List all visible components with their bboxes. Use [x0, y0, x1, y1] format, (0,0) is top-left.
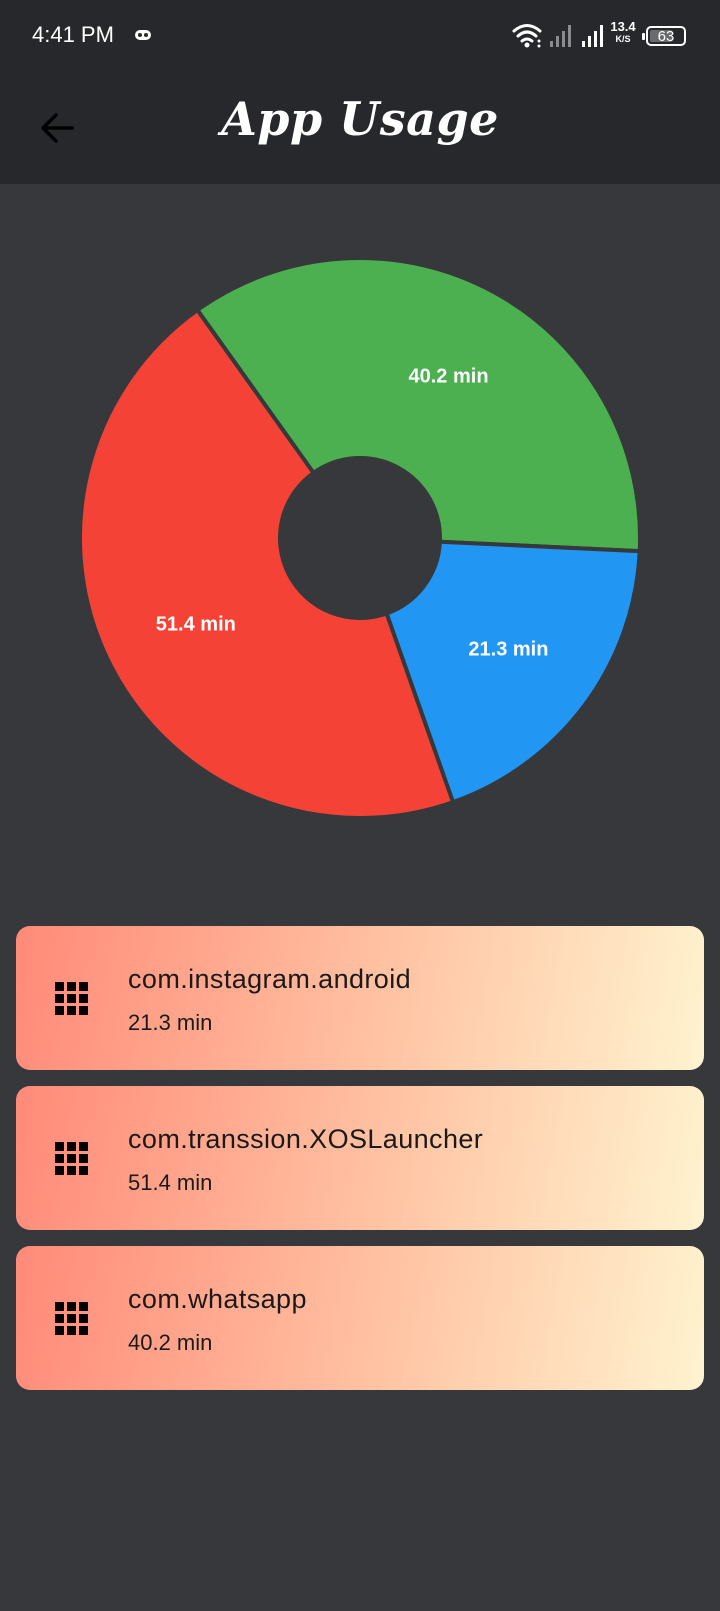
battery-level: 63	[657, 28, 675, 45]
app-bar: App Usage	[0, 72, 720, 184]
pie-chart-svg: 40.2 min 21.3 min 51.4 min	[78, 256, 642, 820]
network-speed-unit: K/S	[615, 34, 631, 44]
cell-signal-weak-icon	[550, 25, 571, 47]
app-usage-duration: 40.2 min	[128, 1330, 213, 1355]
pie-slice-label: 51.4 min	[156, 613, 236, 635]
app-package-name: com.whatsapp	[128, 1284, 307, 1314]
apps-grid-icon	[55, 1302, 88, 1335]
status-time: 4:41 PM	[32, 22, 114, 47]
cell-signal-full-icon	[582, 25, 603, 47]
network-speed-value: 13.4	[610, 19, 636, 34]
app-package-name: com.transsion.XOSLauncher	[128, 1124, 484, 1154]
apps-grid-icon	[55, 982, 88, 1015]
usage-list: com.instagram.android 21.3 min com.trans…	[16, 926, 704, 1406]
page-title: App Usage	[221, 92, 499, 146]
usage-card-whatsapp[interactable]: com.whatsapp 40.2 min	[16, 1246, 704, 1390]
wifi-icon	[512, 24, 542, 48]
apps-grid-icon	[55, 1142, 88, 1175]
usage-card-instagram[interactable]: com.instagram.android 21.3 min	[16, 926, 704, 1070]
game-controller-icon	[135, 30, 151, 40]
usage-card-xos-launcher[interactable]: com.transsion.XOSLauncher 51.4 min	[16, 1086, 704, 1230]
network-speed: 13.4 K/S	[608, 20, 638, 45]
pie-slice-label: 40.2 min	[409, 366, 489, 388]
pie-slice-label: 21.3 min	[468, 638, 548, 660]
usage-pie-chart: 40.2 min 21.3 min 51.4 min	[0, 184, 720, 904]
app-usage-duration: 51.4 min	[128, 1170, 213, 1195]
status-bar: 4:41 PM 13.4 K/S 63	[0, 0, 720, 72]
app-usage-duration: 21.3 min	[128, 1010, 213, 1035]
battery-icon: 63	[642, 26, 686, 46]
app-package-name: com.instagram.android	[128, 964, 412, 994]
